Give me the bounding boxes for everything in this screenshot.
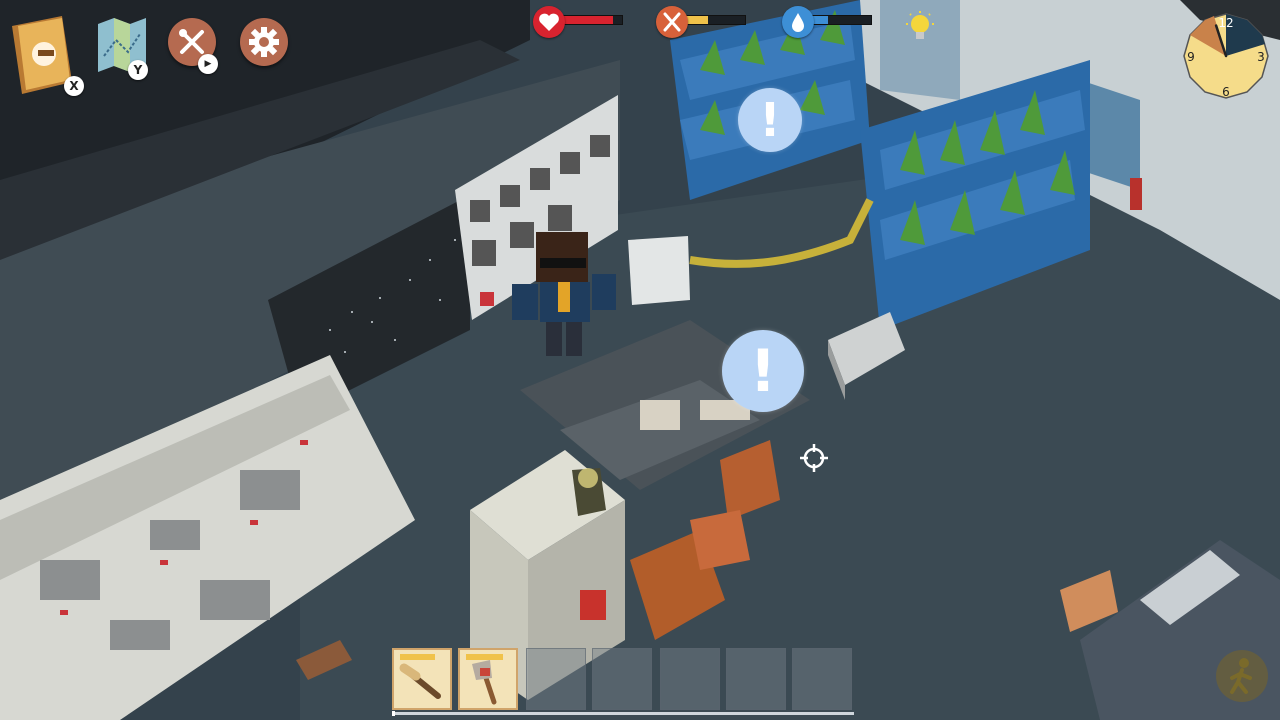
torch-icon xyxy=(399,663,441,699)
crafting-button[interactable]: ▶ xyxy=(168,18,218,74)
alert-plant-rack[interactable]: ! xyxy=(738,88,802,152)
game-world xyxy=(0,0,1280,720)
hunger-bar xyxy=(682,15,746,25)
hotbar-slot-3[interactable] xyxy=(526,648,586,710)
crosshair-icon xyxy=(798,442,830,474)
hotbar-slot-6[interactable] xyxy=(726,648,786,710)
hotbar-slot-1[interactable] xyxy=(392,648,452,710)
fork-knife-icon xyxy=(656,6,688,38)
map-badge: Y xyxy=(128,60,148,80)
hotbar-slot-5[interactable] xyxy=(660,648,720,710)
hotbar-selection-marker xyxy=(392,711,395,716)
health-bar xyxy=(559,15,623,25)
health-stat xyxy=(533,6,627,38)
crafting-badge: ▶ xyxy=(198,54,218,74)
journal-button[interactable]: X xyxy=(8,12,84,96)
thirst-bar xyxy=(808,15,872,25)
alert-workbench[interactable]: ! xyxy=(722,330,804,412)
sneak-button[interactable] xyxy=(1216,650,1268,702)
alert-workbench-symbol: ! xyxy=(749,337,777,405)
crafting-tools-icon xyxy=(179,29,204,54)
gear-icon xyxy=(249,27,279,57)
heart-icon xyxy=(533,6,565,38)
journal-badge: X xyxy=(64,76,84,96)
hotbar xyxy=(392,648,854,714)
hotbar-slot-2[interactable] xyxy=(458,648,518,710)
alert-plant-rack-symbol: ! xyxy=(759,93,781,147)
clock-label-9: 9 xyxy=(1187,50,1195,64)
clock-label-6: 6 xyxy=(1222,85,1230,99)
health-bar-fill xyxy=(560,16,613,24)
thirst-stat xyxy=(782,6,876,38)
clock-label-3: 3 xyxy=(1257,50,1265,64)
stone-axe-icon xyxy=(472,660,497,705)
hotbar-slot-7[interactable] xyxy=(792,648,852,710)
hotbar-underline xyxy=(392,711,854,716)
sneak-walk-icon xyxy=(1230,658,1252,694)
map-button[interactable]: Y xyxy=(94,16,152,80)
clock-label-12: 12 xyxy=(1218,16,1233,30)
water-drop-icon xyxy=(782,6,814,38)
light-bulb-icon xyxy=(904,10,936,46)
day-night-clock: 12 3 6 9 xyxy=(1182,12,1270,100)
settings-button[interactable] xyxy=(240,18,288,66)
hunger-stat xyxy=(656,6,750,38)
hotbar-slot-4[interactable] xyxy=(592,648,652,710)
